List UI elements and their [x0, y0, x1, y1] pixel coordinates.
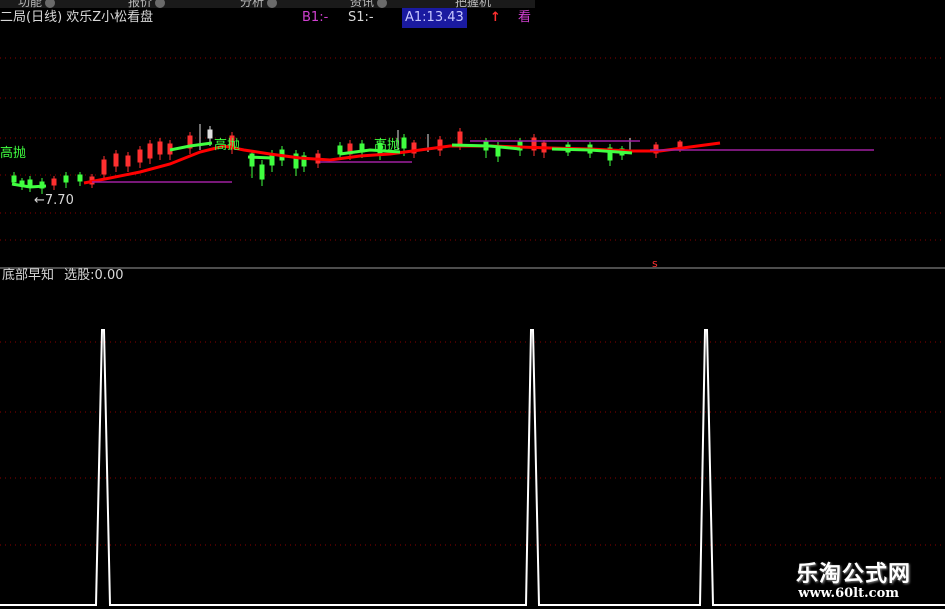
sell-point-marker: s	[652, 257, 658, 270]
indicator-value: 选股:0.00	[64, 268, 124, 283]
sell-signal-label: 高抛	[0, 146, 27, 161]
indicator-title: 底部早知 选股:0.00	[2, 268, 123, 284]
chart-canvas[interactable]	[0, 0, 945, 609]
sell-signal-label-2: 高抛	[214, 138, 241, 153]
indicator-name: 底部早知	[2, 268, 55, 283]
watermark-url: www.60lt.com	[798, 586, 899, 601]
lower-grid	[0, 341, 945, 546]
upper-grid	[0, 57, 945, 241]
low-price-marker: ←7.70	[34, 193, 74, 208]
watermark-brand: 乐淘公式网	[795, 561, 911, 587]
sell-signal-label-3: 高抛	[374, 138, 401, 153]
